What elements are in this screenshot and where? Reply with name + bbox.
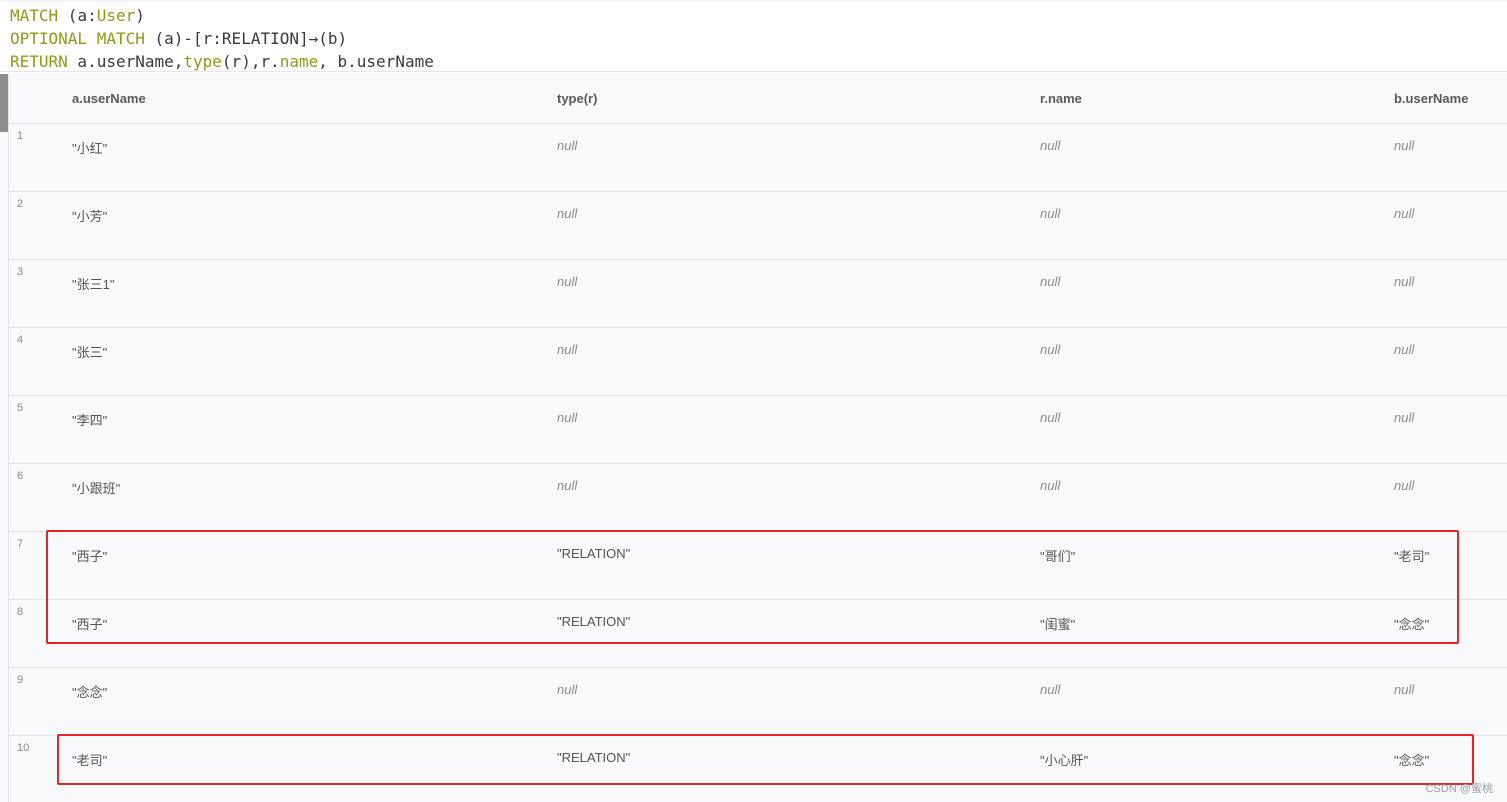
table-cell: null	[1394, 682, 1415, 697]
table-cell: null	[1040, 478, 1061, 493]
table-cell: null	[1394, 274, 1415, 289]
table-cell: "哥们"	[1040, 549, 1076, 564]
table-cell: "小芳"	[72, 209, 108, 224]
table-cell: null	[1040, 410, 1061, 425]
table-cell: null	[1040, 682, 1061, 697]
table-cell: null	[557, 478, 578, 493]
cypher-query-editor[interactable]: MATCH (a:User) OPTIONAL MATCH (a)-[r:REL…	[0, 0, 1507, 72]
table-cell: null	[1040, 138, 1061, 153]
table-cell: "西子"	[72, 617, 108, 632]
node-label: User	[96, 6, 136, 25]
table-cell: "小心肝"	[1040, 753, 1089, 768]
table-cell: null	[557, 682, 578, 697]
row-number: 2	[17, 198, 24, 210]
table-cell: null	[557, 138, 578, 153]
row-number: 10	[17, 742, 30, 754]
query-text: (r),r.	[221, 52, 280, 71]
table-row: 7 "西子" "RELATION" "哥们" "老司"	[9, 532, 1507, 600]
table-cell: null	[557, 342, 578, 357]
table-row: 4 "张三" null null null	[9, 328, 1507, 396]
table-cell: null	[1040, 274, 1061, 289]
scrollbar-thumb[interactable]	[0, 74, 8, 132]
query-text: )	[135, 6, 145, 25]
table-cell: null	[557, 274, 578, 289]
table-row: 6 "小跟班" null null null	[9, 464, 1507, 532]
keyword-return: RETURN	[10, 52, 68, 71]
table-row: 10 "老司" "RELATION" "小心肝" "念念"	[9, 736, 1507, 802]
table-row: 2 "小芳" null null null	[9, 192, 1507, 260]
property-name: name	[279, 52, 319, 71]
table-row: 3 "张三1" null null null	[9, 260, 1507, 328]
row-number: 5	[17, 402, 24, 414]
column-header[interactable]: type(r)	[557, 91, 597, 106]
table-row: 1 "小红" null null null	[9, 124, 1507, 192]
table-cell: "念念"	[1394, 753, 1430, 768]
row-number: 7	[17, 538, 24, 550]
table-cell: null	[1394, 342, 1415, 357]
query-text: a.userName,	[67, 52, 184, 71]
row-number: 1	[17, 130, 24, 142]
table-cell: "RELATION"	[557, 750, 631, 765]
row-number: 9	[17, 674, 24, 686]
table-cell: "小跟班"	[72, 481, 121, 496]
table-cell: "张三"	[72, 345, 108, 360]
table-cell: "念念"	[72, 685, 108, 700]
table-cell: null	[1394, 410, 1415, 425]
query-line-1: MATCH (a:User)	[10, 4, 145, 27]
table-cell: "李四"	[72, 413, 108, 428]
keyword-optional-match: OPTIONAL MATCH	[10, 29, 145, 48]
table-cell: "老司"	[1394, 549, 1430, 564]
table-row: 8 "西子" "RELATION" "闺蜜" "念念"	[9, 600, 1507, 668]
table-cell: "老司"	[72, 753, 108, 768]
table-cell: "闺蜜"	[1040, 617, 1076, 632]
row-number: 6	[17, 470, 24, 482]
table-header: a.userName type(r) r.name b.userName	[9, 74, 1507, 124]
table-cell: "西子"	[72, 549, 108, 564]
row-number: 4	[17, 334, 24, 346]
table-cell: null	[1394, 206, 1415, 221]
table-cell: "念念"	[1394, 617, 1430, 632]
results-table: a.userName type(r) r.name b.userName 1 "…	[0, 74, 1507, 802]
table-cell: null	[557, 410, 578, 425]
table-cell: "张三1"	[72, 277, 115, 292]
query-text: , b.userName	[318, 52, 434, 71]
table-cell: null	[1394, 138, 1415, 153]
table-cell: "小红"	[72, 141, 108, 156]
query-line-3: RETURN a.userName,type(r),r.name, b.user…	[10, 50, 434, 73]
table-cell: null	[1040, 342, 1061, 357]
table-cell: null	[1394, 478, 1415, 493]
table-cell: null	[557, 206, 578, 221]
table-cell: "RELATION"	[557, 614, 631, 629]
table-cell: "RELATION"	[557, 546, 631, 561]
row-number: 8	[17, 606, 24, 618]
column-header[interactable]: a.userName	[72, 91, 146, 106]
table-row: 9 "念念" null null null	[9, 668, 1507, 736]
row-number: 3	[17, 266, 24, 278]
watermark: CSDN @蜜桃	[1425, 783, 1493, 795]
query-text: (a:	[58, 6, 97, 25]
query-line-2: OPTIONAL MATCH (a)-[r:RELATION]→(b)	[10, 27, 347, 50]
column-header[interactable]: b.userName	[1394, 91, 1468, 106]
column-header[interactable]: r.name	[1040, 91, 1082, 106]
query-text: (a)-[r:RELATION]→(b)	[144, 29, 348, 48]
table-row: 5 "李四" null null null	[9, 396, 1507, 464]
keyword-match: MATCH	[10, 6, 59, 25]
function-name: type	[183, 52, 222, 71]
table-cell: null	[1040, 206, 1061, 221]
